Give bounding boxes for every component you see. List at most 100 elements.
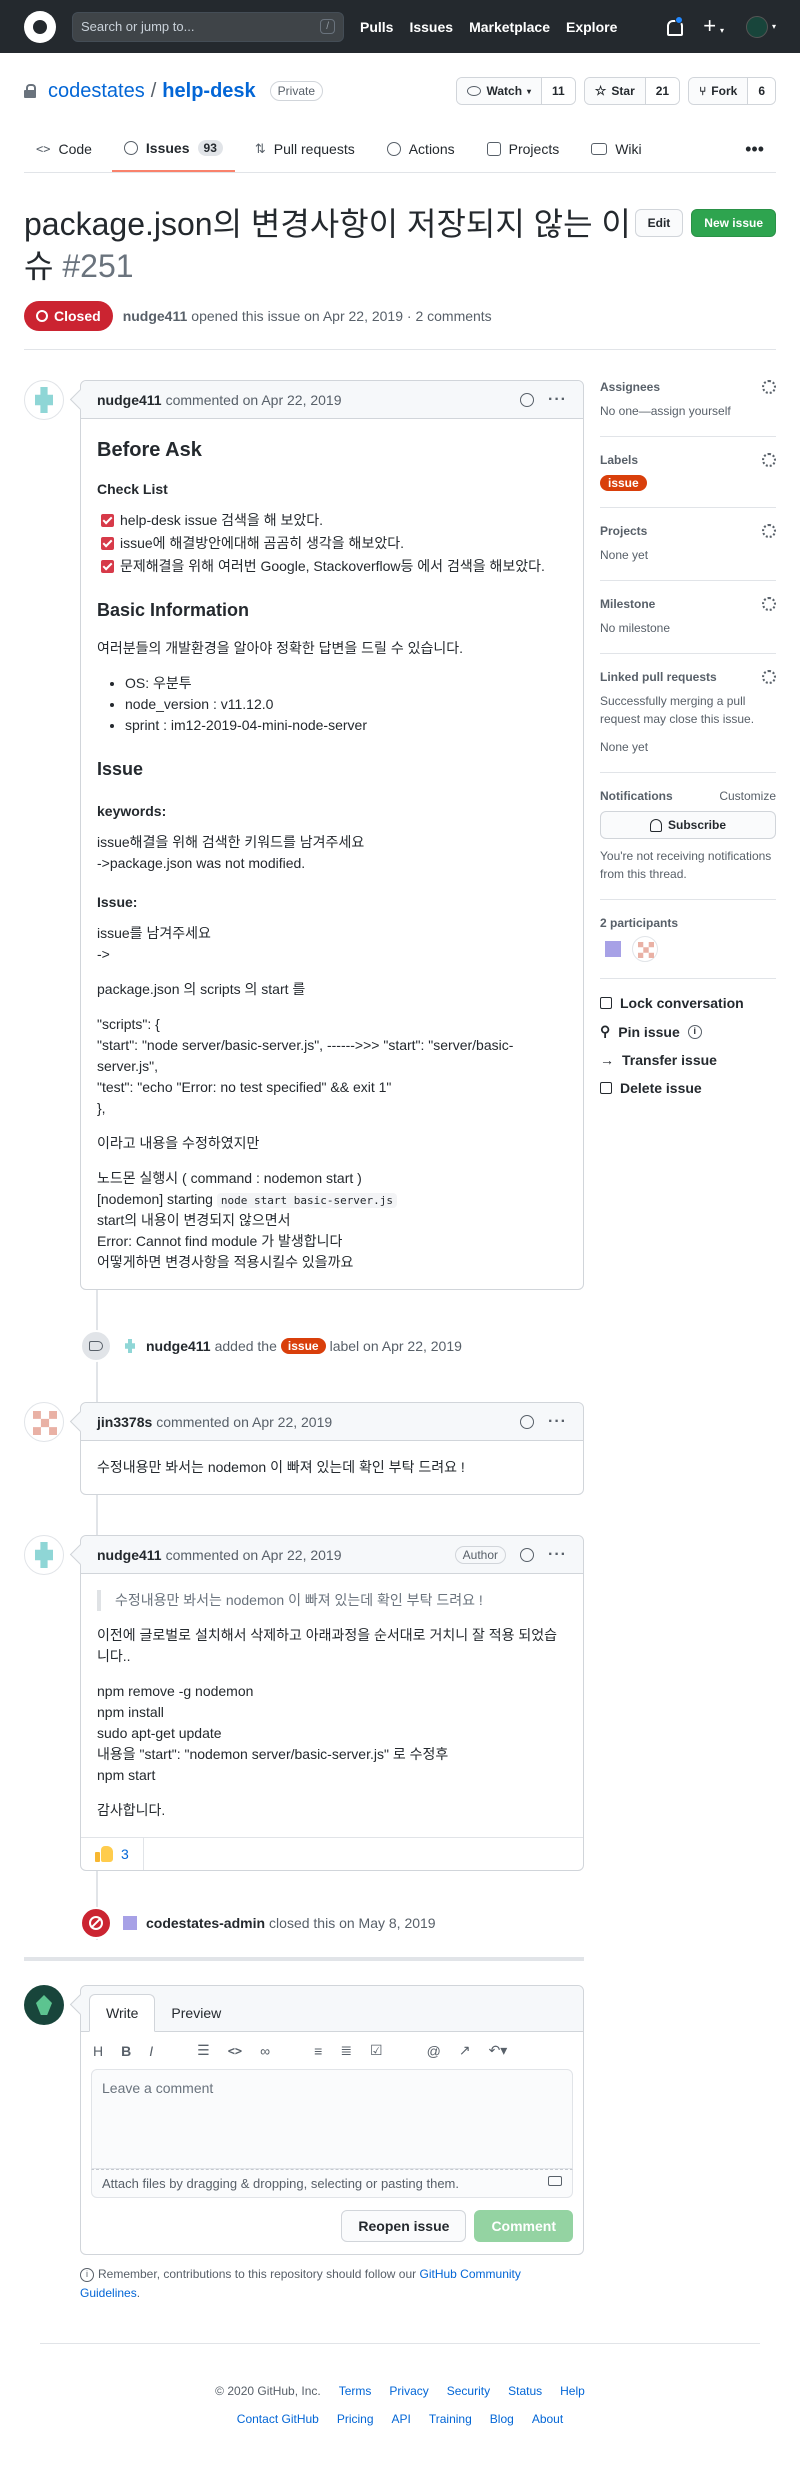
more-options-icon[interactable]: ••• [733, 126, 776, 172]
footer-link[interactable]: Terms [339, 2384, 372, 2398]
comment-author-link[interactable]: nudge411 [97, 1547, 162, 1563]
avatar[interactable] [24, 1985, 64, 2025]
code-icon[interactable]: <> [228, 2044, 242, 2058]
create-new-dropdown[interactable]: + ▾ [703, 15, 724, 37]
tab-actions[interactable]: Actions [375, 126, 467, 172]
add-reaction-icon[interactable] [520, 392, 535, 407]
repo-owner-link[interactable]: codestates [48, 80, 145, 103]
comment-timestamp[interactable]: commented on Apr 22, 2019 [156, 1414, 332, 1430]
add-reaction-icon[interactable] [520, 1414, 535, 1429]
checkbox-checked-icon[interactable] [101, 537, 114, 550]
footer-link[interactable]: About [532, 2412, 563, 2426]
avatar[interactable] [120, 1913, 140, 1933]
tab-pull-requests[interactable]: ⇅ Pull requests [243, 126, 367, 172]
checkbox-checked-icon[interactable] [101, 514, 114, 527]
watch-count[interactable]: 11 [542, 78, 575, 104]
event-actor-link[interactable]: codestates-admin [146, 1915, 265, 1931]
nav-issues[interactable]: Issues [409, 19, 453, 35]
task-list-icon[interactable]: ☑ [370, 2042, 383, 2059]
nav-marketplace[interactable]: Marketplace [469, 19, 550, 35]
add-reaction-icon[interactable] [520, 1547, 535, 1562]
notifications-bell-icon[interactable] [665, 15, 684, 36]
tab-preview[interactable]: Preview [155, 1995, 237, 2031]
gear-icon[interactable] [762, 380, 776, 394]
comment-timestamp[interactable]: commented on Apr 22, 2019 [166, 1547, 342, 1563]
numbered-list-icon[interactable]: ≣ [340, 2042, 352, 2059]
reaction-thumbs-up[interactable]: 3 [81, 1838, 144, 1870]
comment-author-link[interactable]: jin3378s [97, 1414, 152, 1430]
subscribe-button[interactable]: Subscribe [600, 811, 776, 839]
tab-code[interactable]: <> Code [24, 126, 104, 172]
tab-issues[interactable]: Issues 93 [111, 126, 235, 172]
fork-count[interactable]: 6 [748, 78, 775, 104]
avatar[interactable] [24, 1535, 64, 1575]
markdown-icon[interactable] [548, 2176, 562, 2186]
cross-reference-icon[interactable]: ↗ [459, 2042, 471, 2059]
reopen-issue-button[interactable]: Reopen issue [341, 2210, 467, 2242]
event-actor-link[interactable]: nudge411 [146, 1338, 211, 1354]
avatar[interactable] [24, 380, 64, 420]
assign-yourself-link[interactable]: No one—assign yourself [600, 402, 776, 420]
footer-link[interactable]: API [392, 2412, 411, 2426]
italic-icon[interactable]: I [149, 2043, 153, 2059]
edit-title-button[interactable]: Edit [634, 209, 684, 237]
bulleted-list-icon[interactable]: ≡ [314, 2043, 322, 2059]
lock-conversation-link[interactable]: Lock conversation [600, 995, 776, 1011]
gear-icon[interactable] [762, 524, 776, 538]
delete-issue-link[interactable]: Delete issue [600, 1080, 776, 1096]
checkbox-checked-icon[interactable] [101, 560, 114, 573]
tab-write[interactable]: Write [89, 1994, 156, 2032]
issue-author-link[interactable]: nudge411 [123, 308, 188, 324]
kebab-menu-icon[interactable]: ··· [548, 1546, 567, 1564]
footer-link[interactable]: Security [447, 2384, 490, 2398]
footer-link[interactable]: Status [508, 2384, 542, 2398]
repo-name-link[interactable]: help-desk [162, 80, 255, 103]
link-icon[interactable]: ∞ [260, 2043, 270, 2059]
label-issue-badge[interactable]: issue [600, 475, 647, 491]
avatar[interactable] [600, 936, 626, 962]
mention-icon[interactable]: @ [427, 2043, 441, 2059]
gear-icon[interactable] [762, 597, 776, 611]
nav-explore[interactable]: Explore [566, 19, 617, 35]
info-icon[interactable]: i [687, 1024, 702, 1039]
avatar[interactable] [120, 1336, 140, 1356]
star-count[interactable]: 21 [645, 78, 680, 104]
comment-author-link[interactable]: nudge411 [97, 392, 162, 408]
fork-button[interactable]: ⑂ Fork [689, 78, 749, 104]
label-issue-badge[interactable]: issue [280, 1338, 326, 1354]
reply-icon[interactable]: ↶▾ [489, 2042, 508, 2059]
comment-submit-button[interactable]: Comment [474, 2210, 573, 2242]
kebab-menu-icon[interactable]: ··· [548, 391, 567, 409]
footer-link[interactable]: Pricing [337, 2412, 374, 2426]
footer-link[interactable]: Training [429, 2412, 472, 2426]
quote-icon[interactable]: ☰ [197, 2042, 210, 2059]
footer-link[interactable]: Contact GitHub [237, 2412, 319, 2426]
bold-icon[interactable]: B [121, 2043, 131, 2059]
customize-link[interactable]: Customize [719, 789, 776, 803]
footer-link[interactable]: Help [560, 2384, 585, 2398]
watch-button[interactable]: Watch ▾ [457, 78, 543, 104]
tab-wiki[interactable]: Wiki [579, 126, 653, 172]
github-logo-icon[interactable] [24, 10, 56, 43]
nav-pulls[interactable]: Pulls [360, 19, 393, 35]
comment-timestamp[interactable]: commented on Apr 22, 2019 [166, 392, 342, 408]
star-button[interactable]: ☆ Star [584, 78, 646, 104]
comment-body: Before Ask Check List help-desk issue 검색… [81, 419, 583, 1289]
new-issue-button[interactable]: New issue [691, 209, 776, 237]
avatar[interactable] [632, 936, 658, 962]
footer-link[interactable]: Privacy [389, 2384, 428, 2398]
gear-icon[interactable] [762, 453, 776, 467]
transfer-issue-link[interactable]: → Transfer issue [600, 1052, 776, 1068]
comment-textarea[interactable]: Leave a comment [91, 2069, 573, 2169]
issue-title: package.json의 변경사항이 저장되지 않는 이슈 #251 [24, 203, 635, 287]
tab-projects[interactable]: Projects [475, 126, 572, 172]
kebab-menu-icon[interactable]: ··· [548, 1413, 567, 1431]
avatar[interactable] [24, 1402, 64, 1442]
gear-icon[interactable] [762, 670, 776, 684]
heading-icon[interactable]: H [93, 2043, 103, 2059]
file-attachment-zone[interactable]: Attach files by dragging & dropping, sel… [91, 2169, 573, 2198]
search-input[interactable]: Search or jump to... / [72, 11, 344, 42]
footer-link[interactable]: Blog [490, 2412, 514, 2426]
user-menu[interactable]: ▾ [745, 15, 776, 38]
pin-issue-link[interactable]: ⚲ Pin issue i [600, 1023, 776, 1040]
